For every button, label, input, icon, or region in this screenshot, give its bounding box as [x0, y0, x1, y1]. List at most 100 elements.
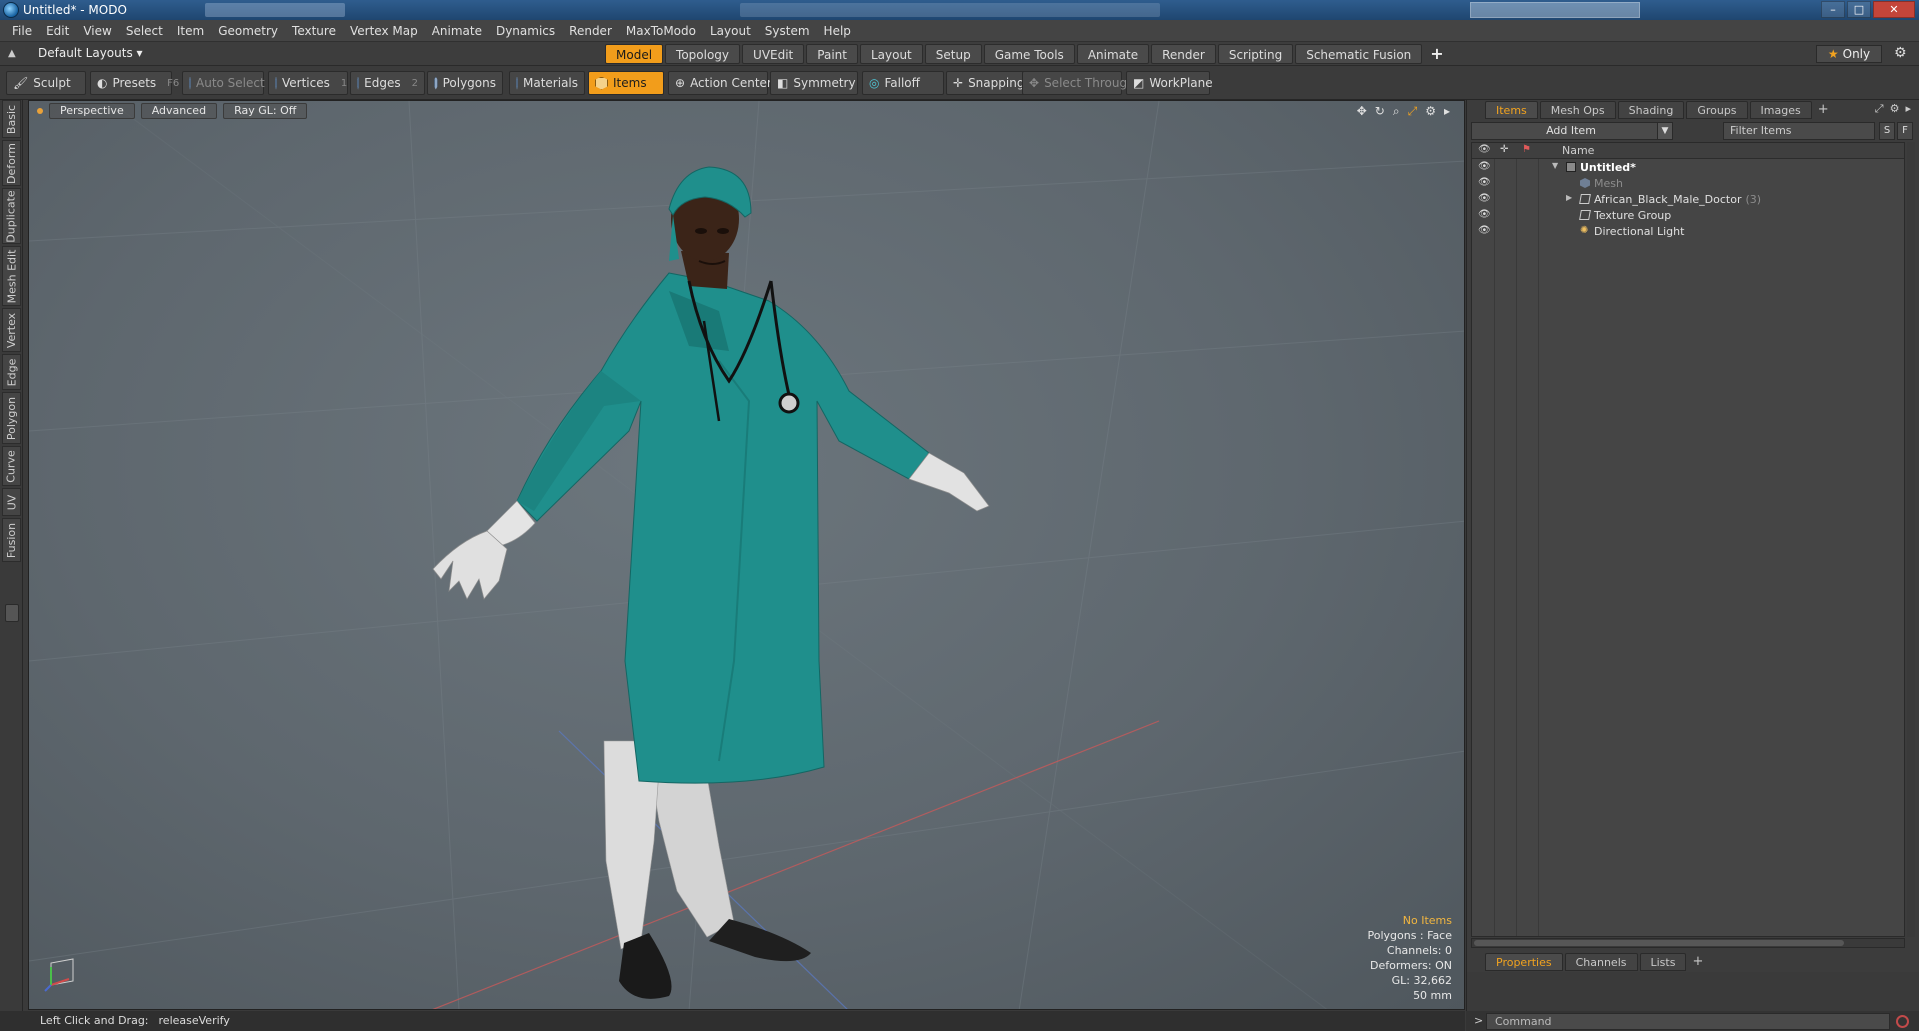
presets-button[interactable]: ◐ Presets F6 [90, 71, 179, 95]
menu-vertex-map[interactable]: Vertex Map [343, 20, 425, 42]
snapping-button[interactable]: ✛ Snapping [946, 71, 1028, 95]
tab-properties[interactable]: Properties [1485, 953, 1563, 971]
menu-file[interactable]: File [5, 20, 39, 42]
minimize-button[interactable]: – [1821, 1, 1845, 18]
tab-layout[interactable]: Layout [859, 44, 923, 64]
menu-animate[interactable]: Animate [425, 20, 489, 42]
tab-scripting[interactable]: Scripting [1217, 44, 1294, 64]
lock-column-icon[interactable]: ✛ [1500, 144, 1508, 155]
record-macro-icon[interactable] [1896, 1015, 1909, 1028]
tab-channels[interactable]: Channels [1564, 953, 1638, 971]
auto-select-button[interactable]: Auto Select [182, 71, 265, 95]
eye-icon[interactable]: 👁 [1478, 209, 1491, 220]
menu-maxtomodo[interactable]: MaxToModo [619, 20, 703, 42]
pan-icon[interactable]: ✥ [1357, 104, 1367, 119]
name-column-header[interactable]: Name [1562, 144, 1594, 157]
tab-uvedit[interactable]: UVEdit [742, 44, 805, 64]
items-button[interactable]: Items [588, 71, 664, 95]
eye-icon[interactable]: 👁 [1478, 161, 1491, 172]
sculpt-button[interactable]: 🖌 Sculpt [6, 71, 86, 95]
doctor-model[interactable] [432, 166, 990, 999]
edges-button[interactable]: Edges 2 [350, 71, 425, 95]
f-button[interactable]: F [1897, 122, 1913, 140]
tab-mesh-ops[interactable]: Mesh Ops [1539, 101, 1616, 119]
tree-horizontal-scrollbar[interactable] [1471, 938, 1905, 948]
tree-row-texture-group[interactable]: 👁 Texture Group [1472, 208, 1904, 223]
fit-icon[interactable]: ⤢ [1408, 104, 1418, 119]
side-tab-edge[interactable]: Edge [2, 354, 21, 390]
only-toggle-button[interactable]: ★ Only [1816, 45, 1882, 63]
tree-row-mesh[interactable]: 👁 Mesh [1472, 176, 1904, 191]
tab-images[interactable]: Images [1749, 101, 1812, 119]
zoom-icon[interactable]: ⌕ [1393, 104, 1400, 119]
tab-items[interactable]: Items [1485, 101, 1538, 119]
tab-topology[interactable]: Topology [665, 44, 741, 64]
eye-icon[interactable]: 👁 [1478, 193, 1491, 204]
expand-arrow-icon[interactable]: ▶ [1566, 193, 1572, 202]
3d-viewport[interactable]: Perspective Advanced Ray GL: Off ✥ ↻ ⌕ ⤢… [28, 100, 1465, 1010]
menu-item[interactable]: Item [170, 20, 211, 42]
menu-texture[interactable]: Texture [285, 20, 343, 42]
gear-icon[interactable]: ⚙ [1894, 45, 1907, 61]
menu-layout[interactable]: Layout [703, 20, 758, 42]
add-item-button[interactable]: Add Item [1471, 122, 1671, 140]
tree-vertical-scrollbar[interactable] [1907, 142, 1915, 937]
shading-mode-button[interactable]: Advanced [140, 103, 218, 119]
side-tab-duplicate[interactable]: Duplicate [2, 188, 21, 244]
symmetry-button[interactable]: ◧ Symmetry [770, 71, 858, 95]
layout-collapse-icon[interactable]: ▲ [8, 48, 16, 59]
tab-model[interactable]: Model [605, 44, 664, 64]
tab-lists[interactable]: Lists [1639, 953, 1687, 971]
workplane-button[interactable]: ◩ WorkPlane [1126, 71, 1213, 95]
tab-animate[interactable]: Animate [1076, 44, 1150, 64]
side-tab-fusion[interactable]: Fusion [2, 518, 21, 562]
menu-geometry[interactable]: Geometry [211, 20, 285, 42]
add-properties-tab-button[interactable]: + [1688, 953, 1707, 971]
view-mode-button[interactable]: Perspective [49, 103, 135, 119]
menu-render[interactable]: Render [562, 20, 619, 42]
side-tab-uv[interactable]: UV [2, 488, 21, 516]
maximize-button[interactable]: □ [1847, 1, 1871, 18]
scrollbar-thumb[interactable] [1474, 940, 1844, 946]
side-tab-deform[interactable]: Deform [2, 140, 21, 186]
panel-arrow-icon[interactable]: ▸ [1905, 102, 1911, 116]
side-tab-polygon[interactable]: Polygon [2, 392, 21, 444]
menu-edit[interactable]: Edit [39, 20, 76, 42]
visibility-column-icon[interactable]: 👁 [1478, 144, 1491, 155]
materials-button[interactable]: Materials [509, 71, 585, 95]
side-tab-vertex[interactable]: Vertex [2, 308, 21, 352]
tab-paint[interactable]: Paint [806, 44, 858, 64]
titlebar-search-box[interactable] [1470, 2, 1640, 18]
eye-icon[interactable]: 👁 [1478, 177, 1491, 188]
tab-shading[interactable]: Shading [1617, 101, 1685, 119]
side-tab-curve[interactable]: Curve [2, 446, 21, 486]
side-panel-toggle[interactable] [5, 604, 19, 622]
side-tab-mesh-edit[interactable]: Mesh Edit [2, 246, 21, 306]
falloff-button[interactable]: ◎ Falloff [862, 71, 944, 95]
tab-setup[interactable]: Setup [924, 44, 982, 64]
select-through-button[interactable]: ✥ Select Through [1022, 71, 1135, 95]
s-button[interactable]: S [1879, 122, 1895, 140]
tab-render[interactable]: Render [1151, 44, 1216, 64]
add-tab-button[interactable]: + [1424, 44, 1449, 64]
command-input[interactable]: Command [1486, 1013, 1890, 1030]
add-item-dropdown-arrow[interactable]: ▼ [1657, 122, 1673, 140]
default-layouts-dropdown[interactable]: Default Layouts ▾ [38, 46, 143, 60]
expand-arrow-icon[interactable]: ▸ [1444, 104, 1450, 119]
menu-system[interactable]: System [758, 20, 817, 42]
tree-row-untitled[interactable]: 👁 ▼ Untitled* [1472, 160, 1904, 175]
expand-icon[interactable]: ⤢ [1875, 102, 1884, 116]
panel-gear-icon[interactable]: ⚙ [1890, 102, 1900, 116]
filter-items-input[interactable]: Filter Items [1723, 122, 1875, 140]
tab-game-tools[interactable]: Game Tools [983, 44, 1075, 64]
add-panel-tab-button[interactable]: + [1814, 101, 1833, 119]
action-center-button[interactable]: ⊕ Action Center [668, 71, 772, 95]
tab-groups[interactable]: Groups [1686, 101, 1748, 119]
viewport-gear-icon[interactable]: ⚙ [1425, 104, 1436, 119]
menu-view[interactable]: View [76, 20, 118, 42]
render-column-icon[interactable]: ⚑ [1522, 144, 1531, 155]
collapse-arrow-icon[interactable]: ▼ [1552, 161, 1558, 170]
menu-dynamics[interactable]: Dynamics [489, 20, 562, 42]
polygons-button[interactable]: Polygons [427, 71, 503, 95]
tree-row-directional-light[interactable]: 👁 ✺ Directional Light [1472, 224, 1904, 239]
